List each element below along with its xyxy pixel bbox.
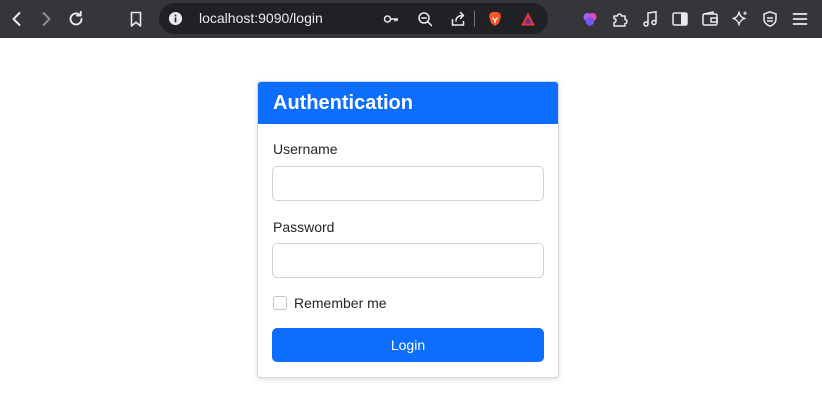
puzzle-icon[interactable] — [608, 7, 632, 31]
wallet-icon[interactable] — [698, 7, 722, 31]
url-text[interactable]: localhost:9090/login — [199, 10, 323, 26]
reload-icon[interactable] — [64, 7, 88, 31]
triangle-icon[interactable] — [518, 9, 538, 29]
login-button[interactable]: Login — [272, 328, 544, 362]
card-header: Authentication — [258, 82, 558, 124]
card-title: Authentication — [273, 92, 413, 114]
back-arrow-icon[interactable] — [5, 7, 29, 31]
sidebar-icon[interactable] — [668, 7, 692, 31]
login-card: Authentication Username Password Remembe… — [257, 81, 559, 378]
share-icon[interactable] — [448, 9, 468, 29]
username-label: Username — [273, 141, 338, 157]
browser-toolbar: localhost:9090/login — [0, 0, 822, 38]
omnibox-divider — [474, 11, 475, 27]
address-bar[interactable]: localhost:9090/login — [159, 3, 548, 34]
bookmark-icon[interactable] — [124, 7, 148, 31]
info-icon[interactable] — [167, 10, 184, 27]
shield-icon[interactable] — [758, 7, 782, 31]
username-input[interactable] — [272, 166, 544, 201]
sparkle-icon[interactable] — [728, 7, 752, 31]
music-note-icon[interactable] — [638, 7, 662, 31]
key-icon[interactable] — [381, 9, 401, 29]
password-label: Password — [273, 219, 335, 235]
brain-icon[interactable] — [578, 7, 602, 31]
password-input[interactable] — [272, 243, 544, 278]
hamburger-menu-icon[interactable] — [788, 7, 812, 31]
brave-lion-icon[interactable] — [485, 9, 505, 29]
forward-arrow-icon[interactable] — [34, 7, 58, 31]
remember-me-label[interactable]: Remember me — [294, 295, 387, 311]
zoom-out-icon[interactable] — [415, 9, 435, 29]
remember-me-checkbox[interactable] — [273, 296, 287, 310]
